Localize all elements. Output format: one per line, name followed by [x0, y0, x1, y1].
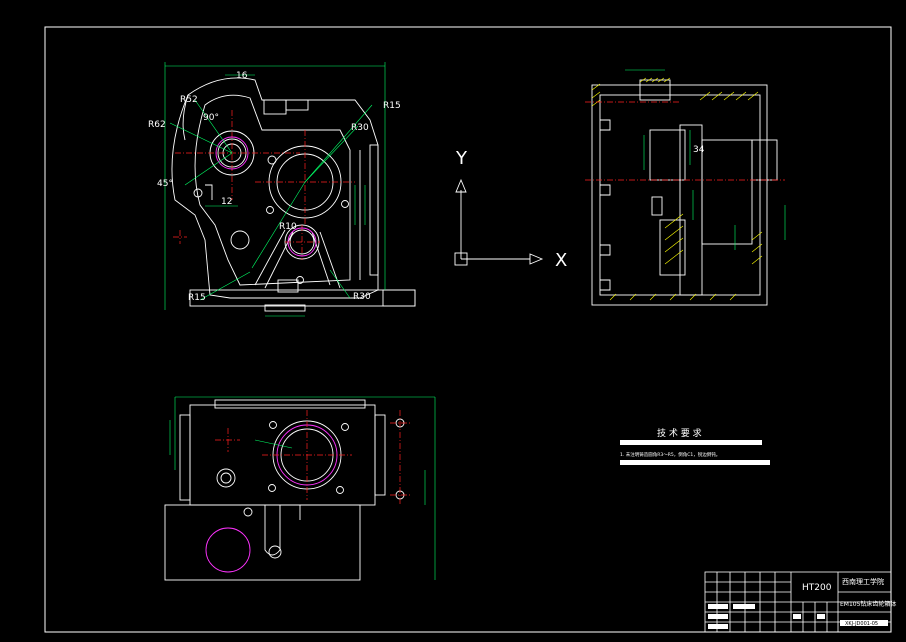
label-r30-top: R30	[351, 123, 369, 133]
label-angle-45: 45°	[157, 179, 173, 189]
drawing-frame	[44, 26, 892, 633]
label-r62: R62	[148, 120, 166, 130]
section-view	[591, 79, 778, 306]
label-r15-top: R15	[383, 101, 401, 111]
tech-requirements-title: 技 术 要 求	[657, 427, 702, 439]
axis-y-label: Y	[455, 148, 468, 169]
front-view-dimension-text: R52 R62 90° 45° R15 R30 R10 R15 R30 12 1…	[148, 71, 401, 303]
section-view-dimensions	[625, 69, 786, 250]
tech-requirements-bar	[620, 440, 762, 445]
label-dim-16: 16	[236, 71, 248, 81]
top-view-hidden	[205, 424, 338, 573]
title-block-material: HT200	[802, 583, 832, 593]
title-block-school: 西南理工学院	[842, 577, 884, 586]
title-block-part-name: EM105钻床齿轮箱体	[840, 600, 896, 608]
label-r30-bottom: R30	[353, 292, 371, 302]
tech-requirements-note: 1. 未注明铸造圆角R3～R5，倒角C1，锐边倒钝。	[620, 451, 720, 458]
top-view	[164, 399, 405, 581]
axis-symbol	[454, 178, 544, 266]
label-r10: R10	[279, 222, 297, 232]
axis-x-label: X	[555, 250, 567, 271]
label-angle-90: 90°	[203, 113, 219, 123]
label-r15-bottom: R15	[188, 293, 206, 303]
label-r52: R52	[180, 95, 198, 105]
title-block-drawing-no: XKJ-JD001-05	[845, 621, 878, 627]
top-view-centerlines	[215, 410, 410, 505]
section-view-hatching	[591, 77, 763, 301]
label-dim-12: 12	[221, 197, 232, 207]
tech-requirements-note-bar	[620, 460, 770, 465]
cad-drawing: R52 R62 90° 45° R15 R30 R10 R15 R30 12 1…	[44, 26, 896, 633]
label-dim-34: 34	[693, 145, 705, 155]
front-view-centerlines	[173, 110, 355, 260]
